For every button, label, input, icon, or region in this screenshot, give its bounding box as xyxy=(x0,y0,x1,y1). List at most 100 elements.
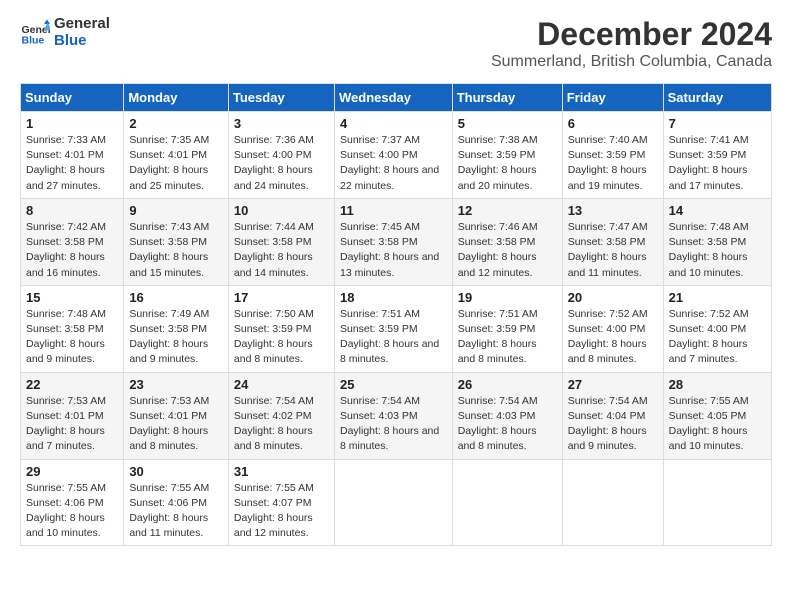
day-info: Sunrise: 7:42 AM Sunset: 3:58 PM Dayligh… xyxy=(26,220,118,281)
calendar-cell: 14 Sunrise: 7:48 AM Sunset: 3:58 PM Dayl… xyxy=(663,198,771,285)
day-number: 17 xyxy=(234,290,329,305)
day-info: Sunrise: 7:48 AM Sunset: 3:58 PM Dayligh… xyxy=(26,307,118,368)
logo: General Blue General Blue xyxy=(20,16,110,49)
calendar-cell: 7 Sunrise: 7:41 AM Sunset: 3:59 PM Dayli… xyxy=(663,112,771,199)
header-saturday: Saturday xyxy=(663,84,771,112)
day-info: Sunrise: 7:41 AM Sunset: 3:59 PM Dayligh… xyxy=(669,133,766,194)
header-sunday: Sunday xyxy=(21,84,124,112)
svg-text:Blue: Blue xyxy=(22,34,45,46)
day-number: 10 xyxy=(234,203,329,218)
day-info: Sunrise: 7:49 AM Sunset: 3:58 PM Dayligh… xyxy=(129,307,223,368)
day-info: Sunrise: 7:53 AM Sunset: 4:01 PM Dayligh… xyxy=(26,394,118,455)
day-number: 8 xyxy=(26,203,118,218)
day-info: Sunrise: 7:54 AM Sunset: 4:03 PM Dayligh… xyxy=(458,394,557,455)
calendar-cell: 8 Sunrise: 7:42 AM Sunset: 3:58 PM Dayli… xyxy=(21,198,124,285)
day-info: Sunrise: 7:55 AM Sunset: 4:07 PM Dayligh… xyxy=(234,481,329,542)
day-number: 6 xyxy=(568,116,658,131)
calendar-cell: 4 Sunrise: 7:37 AM Sunset: 4:00 PM Dayli… xyxy=(334,112,452,199)
header-wednesday: Wednesday xyxy=(334,84,452,112)
page-title: December 2024 xyxy=(491,16,772,53)
day-info: Sunrise: 7:43 AM Sunset: 3:58 PM Dayligh… xyxy=(129,220,223,281)
day-info: Sunrise: 7:55 AM Sunset: 4:06 PM Dayligh… xyxy=(129,481,223,542)
day-number: 3 xyxy=(234,116,329,131)
header-tuesday: Tuesday xyxy=(228,84,334,112)
calendar-cell xyxy=(452,459,562,546)
day-info: Sunrise: 7:55 AM Sunset: 4:05 PM Dayligh… xyxy=(669,394,766,455)
day-number: 11 xyxy=(340,203,447,218)
day-number: 13 xyxy=(568,203,658,218)
day-info: Sunrise: 7:55 AM Sunset: 4:06 PM Dayligh… xyxy=(26,481,118,542)
day-info: Sunrise: 7:51 AM Sunset: 3:59 PM Dayligh… xyxy=(458,307,557,368)
day-info: Sunrise: 7:45 AM Sunset: 3:58 PM Dayligh… xyxy=(340,220,447,281)
calendar-cell: 21 Sunrise: 7:52 AM Sunset: 4:00 PM Dayl… xyxy=(663,285,771,372)
day-number: 5 xyxy=(458,116,557,131)
day-number: 25 xyxy=(340,377,447,392)
day-number: 7 xyxy=(669,116,766,131)
day-number: 24 xyxy=(234,377,329,392)
calendar-cell: 29 Sunrise: 7:55 AM Sunset: 4:06 PM Dayl… xyxy=(21,459,124,546)
day-number: 12 xyxy=(458,203,557,218)
calendar-cell: 11 Sunrise: 7:45 AM Sunset: 3:58 PM Dayl… xyxy=(334,198,452,285)
calendar-cell: 2 Sunrise: 7:35 AM Sunset: 4:01 PM Dayli… xyxy=(124,112,229,199)
day-info: Sunrise: 7:38 AM Sunset: 3:59 PM Dayligh… xyxy=(458,133,557,194)
calendar-table: SundayMondayTuesdayWednesdayThursdayFrid… xyxy=(20,83,772,546)
day-number: 4 xyxy=(340,116,447,131)
calendar-cell: 31 Sunrise: 7:55 AM Sunset: 4:07 PM Dayl… xyxy=(228,459,334,546)
day-info: Sunrise: 7:54 AM Sunset: 4:02 PM Dayligh… xyxy=(234,394,329,455)
day-info: Sunrise: 7:35 AM Sunset: 4:01 PM Dayligh… xyxy=(129,133,223,194)
day-number: 20 xyxy=(568,290,658,305)
day-number: 16 xyxy=(129,290,223,305)
day-info: Sunrise: 7:44 AM Sunset: 3:58 PM Dayligh… xyxy=(234,220,329,281)
day-info: Sunrise: 7:54 AM Sunset: 4:04 PM Dayligh… xyxy=(568,394,658,455)
calendar-cell: 16 Sunrise: 7:49 AM Sunset: 3:58 PM Dayl… xyxy=(124,285,229,372)
calendar-cell: 1 Sunrise: 7:33 AM Sunset: 4:01 PM Dayli… xyxy=(21,112,124,199)
day-number: 2 xyxy=(129,116,223,131)
page-subtitle: Summerland, British Columbia, Canada xyxy=(491,53,772,71)
header-thursday: Thursday xyxy=(452,84,562,112)
day-number: 30 xyxy=(129,464,223,479)
calendar-cell: 12 Sunrise: 7:46 AM Sunset: 3:58 PM Dayl… xyxy=(452,198,562,285)
calendar-cell: 5 Sunrise: 7:38 AM Sunset: 3:59 PM Dayli… xyxy=(452,112,562,199)
header-monday: Monday xyxy=(124,84,229,112)
page-header: General Blue General Blue December 2024 … xyxy=(20,16,772,71)
day-info: Sunrise: 7:52 AM Sunset: 4:00 PM Dayligh… xyxy=(669,307,766,368)
calendar-week-1: 1 Sunrise: 7:33 AM Sunset: 4:01 PM Dayli… xyxy=(21,112,772,199)
day-info: Sunrise: 7:46 AM Sunset: 3:58 PM Dayligh… xyxy=(458,220,557,281)
day-info: Sunrise: 7:51 AM Sunset: 3:59 PM Dayligh… xyxy=(340,307,447,368)
day-info: Sunrise: 7:33 AM Sunset: 4:01 PM Dayligh… xyxy=(26,133,118,194)
calendar-cell xyxy=(663,459,771,546)
day-number: 19 xyxy=(458,290,557,305)
calendar-header-row: SundayMondayTuesdayWednesdayThursdayFrid… xyxy=(21,84,772,112)
day-info: Sunrise: 7:52 AM Sunset: 4:00 PM Dayligh… xyxy=(568,307,658,368)
day-number: 27 xyxy=(568,377,658,392)
logo-line1: General xyxy=(54,16,110,33)
calendar-week-2: 8 Sunrise: 7:42 AM Sunset: 3:58 PM Dayli… xyxy=(21,198,772,285)
day-number: 15 xyxy=(26,290,118,305)
day-number: 14 xyxy=(669,203,766,218)
day-info: Sunrise: 7:47 AM Sunset: 3:58 PM Dayligh… xyxy=(568,220,658,281)
calendar-cell: 9 Sunrise: 7:43 AM Sunset: 3:58 PM Dayli… xyxy=(124,198,229,285)
day-info: Sunrise: 7:48 AM Sunset: 3:58 PM Dayligh… xyxy=(669,220,766,281)
calendar-cell: 3 Sunrise: 7:36 AM Sunset: 4:00 PM Dayli… xyxy=(228,112,334,199)
calendar-cell: 10 Sunrise: 7:44 AM Sunset: 3:58 PM Dayl… xyxy=(228,198,334,285)
day-number: 23 xyxy=(129,377,223,392)
logo-line2: Blue xyxy=(54,33,110,50)
day-number: 9 xyxy=(129,203,223,218)
calendar-cell: 17 Sunrise: 7:50 AM Sunset: 3:59 PM Dayl… xyxy=(228,285,334,372)
day-number: 26 xyxy=(458,377,557,392)
calendar-week-3: 15 Sunrise: 7:48 AM Sunset: 3:58 PM Dayl… xyxy=(21,285,772,372)
day-info: Sunrise: 7:40 AM Sunset: 3:59 PM Dayligh… xyxy=(568,133,658,194)
header-friday: Friday xyxy=(562,84,663,112)
day-info: Sunrise: 7:36 AM Sunset: 4:00 PM Dayligh… xyxy=(234,133,329,194)
title-section: December 2024 Summerland, British Columb… xyxy=(491,16,772,71)
calendar-cell: 27 Sunrise: 7:54 AM Sunset: 4:04 PM Dayl… xyxy=(562,372,663,459)
calendar-cell: 20 Sunrise: 7:52 AM Sunset: 4:00 PM Dayl… xyxy=(562,285,663,372)
logo-icon: General Blue xyxy=(20,18,50,48)
calendar-cell: 15 Sunrise: 7:48 AM Sunset: 3:58 PM Dayl… xyxy=(21,285,124,372)
day-info: Sunrise: 7:37 AM Sunset: 4:00 PM Dayligh… xyxy=(340,133,447,194)
day-number: 29 xyxy=(26,464,118,479)
calendar-cell: 6 Sunrise: 7:40 AM Sunset: 3:59 PM Dayli… xyxy=(562,112,663,199)
calendar-week-4: 22 Sunrise: 7:53 AM Sunset: 4:01 PM Dayl… xyxy=(21,372,772,459)
calendar-cell: 24 Sunrise: 7:54 AM Sunset: 4:02 PM Dayl… xyxy=(228,372,334,459)
calendar-cell: 19 Sunrise: 7:51 AM Sunset: 3:59 PM Dayl… xyxy=(452,285,562,372)
